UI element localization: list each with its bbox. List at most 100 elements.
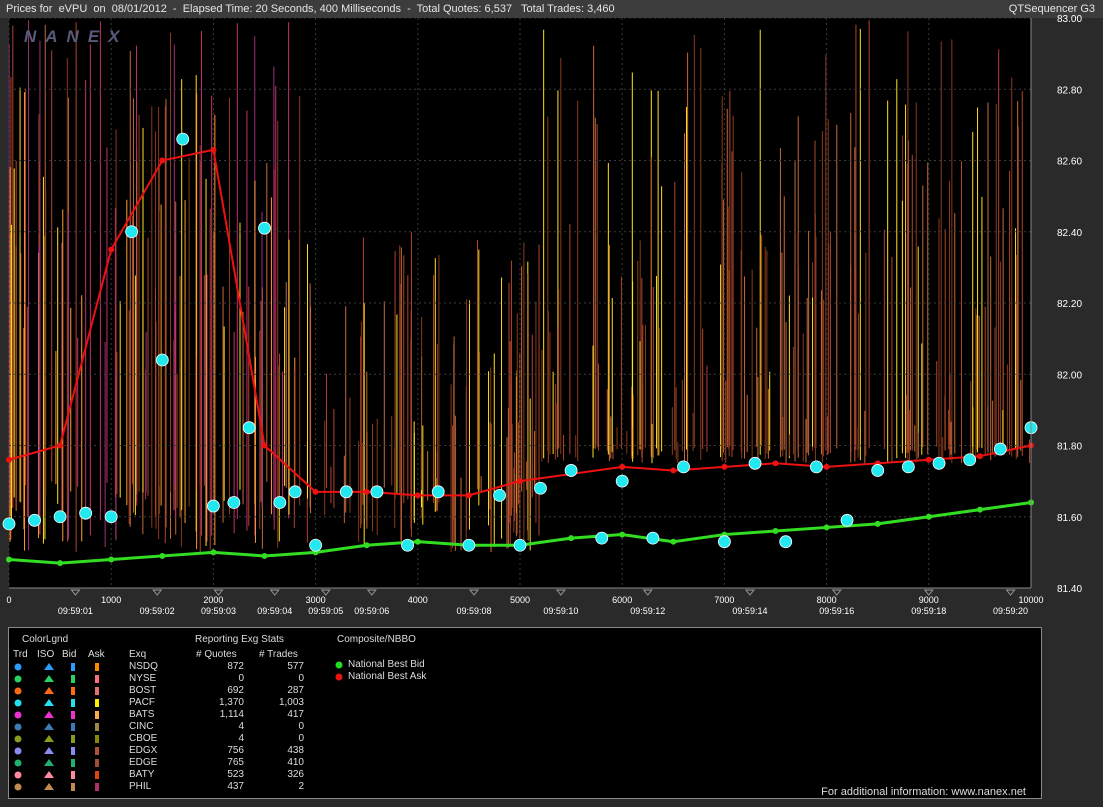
y-tick-label: 83.00 [1057, 14, 1082, 25]
exchange-trades: 577 [287, 661, 304, 672]
x-tick-label: 4000 [408, 595, 428, 605]
exchange-name: BOST [129, 685, 157, 696]
bid-point [210, 549, 217, 556]
y-tick-label: 81.60 [1057, 513, 1082, 524]
x-tick-label: 8000 [817, 595, 837, 605]
trade-swatch [14, 759, 22, 767]
trade-point [176, 132, 190, 146]
ask-point [261, 442, 268, 449]
trade-point [963, 453, 977, 467]
exchange-trades: 410 [287, 757, 304, 768]
col-trd: Trd [13, 649, 28, 660]
bid-point [823, 524, 830, 531]
exchange-quotes: 692 [227, 685, 244, 696]
y-tick-label: 82.20 [1057, 299, 1082, 310]
y-axis: 81.40 81.60 81.80 82.00 82.20 82.40 82.60 82.80… [1057, 14, 1082, 595]
exchange-name: PACF [129, 697, 155, 708]
trade-point [595, 531, 609, 545]
time-marker [70, 589, 81, 596]
ask-point [57, 442, 64, 449]
iso-swatch [44, 783, 54, 790]
ask-point [210, 146, 217, 153]
trade-point [339, 485, 353, 499]
time-label: 09:59:12 [630, 606, 665, 616]
exchange-row: BATY 523 326 [9, 769, 329, 781]
iso-swatch [44, 687, 54, 694]
exchange-swatches [14, 783, 99, 791]
composite-bid-label: National Best Bid [348, 659, 425, 670]
trade-point [227, 496, 241, 509]
exchange-name: NYSE [129, 673, 157, 684]
trade-swatch [14, 735, 22, 743]
x-tick-label: 5000 [510, 595, 530, 605]
time-label: 09:59:04 [257, 606, 292, 616]
exchange-quotes: 437 [227, 781, 244, 792]
x-tick-label: 3000 [306, 595, 326, 605]
bid-point [57, 560, 64, 567]
trade-point [748, 456, 762, 470]
exchange-trades: 0 [298, 673, 304, 684]
exchange-name: CINC [129, 721, 154, 732]
time-label: 09:59:02 [140, 606, 175, 616]
ask-point [312, 488, 319, 495]
bid-point [363, 542, 370, 549]
time-label: 09:59:18 [911, 606, 946, 616]
trade-swatch [14, 771, 22, 779]
x-tick-label: 0 [6, 595, 11, 605]
bid-point [925, 513, 932, 520]
ask-point [414, 492, 421, 499]
trade-swatch [14, 783, 22, 791]
bid-swatch [71, 783, 75, 791]
price-chart: NANEX 81.40 81.60 81.80 82.00 82.20 82.40 82.6… [2, 14, 1082, 616]
iso-swatch [44, 759, 54, 766]
bid-point [108, 556, 115, 563]
exchange-trades: 287 [287, 685, 304, 696]
trade-swatch [14, 747, 22, 755]
x-tick-label: 1000 [101, 595, 121, 605]
legend-panel: ColorLgnd Trd ISO Bid Ask Exq Reporting … [8, 627, 1042, 799]
time-label: 09:59:08 [456, 606, 491, 616]
time-label: 09:59:20 [993, 606, 1028, 616]
trade-point [513, 538, 527, 552]
bid-swatch [71, 687, 75, 695]
ask-swatch [95, 783, 99, 791]
trade-swatch [14, 699, 22, 707]
exchange-swatches [14, 711, 99, 719]
ask-point [925, 456, 932, 463]
y-tick-label: 82.60 [1057, 157, 1082, 168]
trade-swatch [14, 711, 22, 719]
bid-swatch [71, 723, 75, 731]
iso-swatch [44, 771, 54, 778]
exchange-name: BATY [129, 769, 155, 780]
trade-swatch [14, 663, 22, 671]
trade-point [493, 488, 506, 502]
trade-point [104, 510, 118, 524]
exchange-row: PACF 1,370 1,003 [9, 697, 329, 709]
trade-point [2, 517, 16, 531]
bid-point [874, 520, 881, 527]
col-bid: Bid [62, 649, 77, 660]
ask-point [159, 157, 166, 164]
exchange-trades: 438 [287, 745, 304, 756]
trade-point [155, 353, 169, 367]
exchange-name: NSDQ [129, 661, 158, 672]
ask-point [772, 460, 779, 467]
national-best-ask-dot [335, 673, 343, 681]
exchange-swatches [14, 699, 99, 707]
ask-swatch [95, 699, 99, 707]
bid-point [261, 552, 268, 559]
trade-point [646, 531, 660, 545]
bid-point [6, 556, 12, 563]
y-tick-label: 82.80 [1057, 85, 1082, 96]
ask-point [619, 463, 626, 470]
y-tick-label: 81.40 [1057, 584, 1082, 595]
exchange-row: PHIL 437 2 [9, 781, 329, 793]
exchange-swatches [14, 663, 99, 671]
ask-point [465, 492, 472, 499]
ask-point [6, 456, 12, 463]
trade-point [431, 485, 445, 499]
col-quotes: # Quotes [196, 649, 237, 660]
time-label: 09:59:05 [308, 606, 343, 616]
time-marker [642, 589, 653, 596]
bid-swatch [71, 735, 75, 743]
